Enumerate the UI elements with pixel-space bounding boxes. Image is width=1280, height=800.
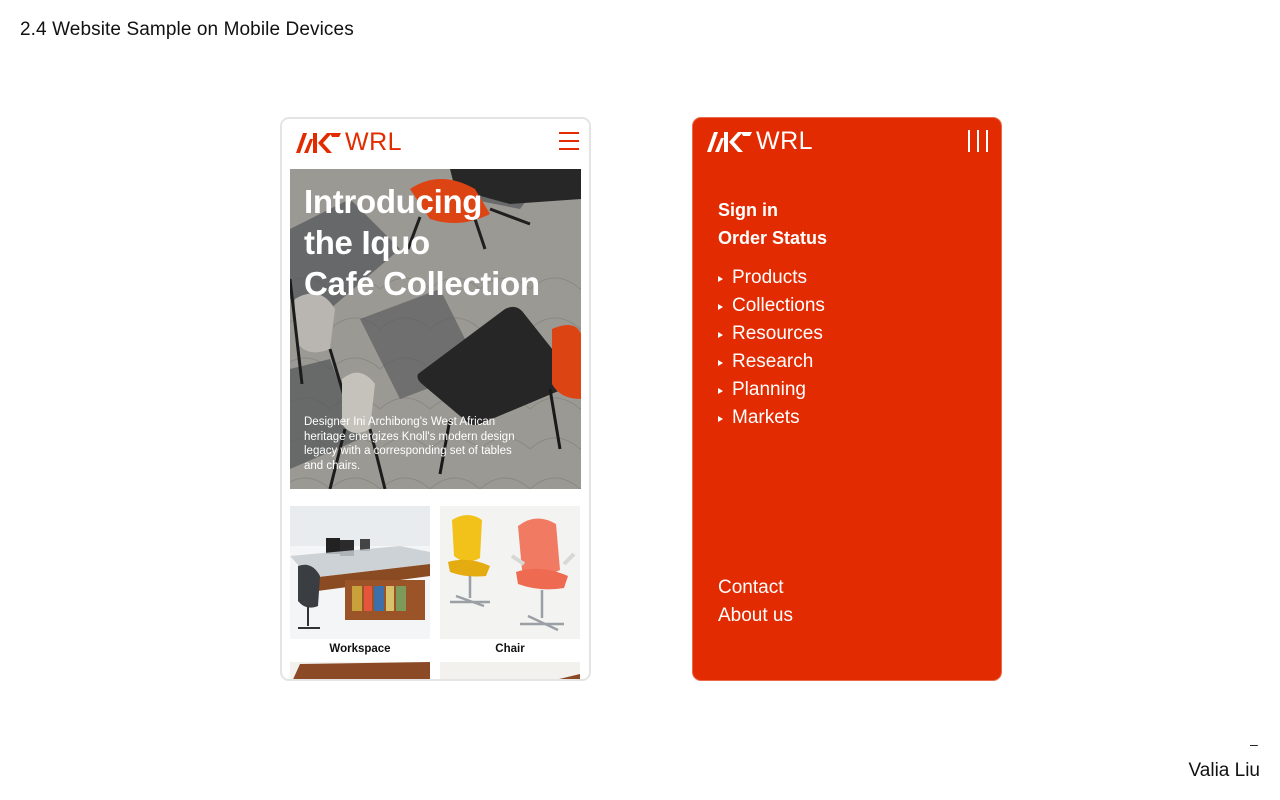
hamburger-icon[interactable] [559,131,579,151]
close-bars-icon[interactable] [967,130,989,152]
hero-banner[interactable]: Introducing the Iquo Café Collection Des… [290,169,581,489]
phone-menu-screen: WRL Sign in Order Status Products Collec… [692,117,1002,681]
nav-item-label: Planning [732,379,806,400]
category-label: Chair [495,643,525,655]
site-header: WRL [282,119,589,169]
workspace-desk-photo [290,506,430,639]
nav-item-markets[interactable]: Markets [718,404,825,432]
hero-headline-line: the Iquo [304,224,430,261]
triangle-right-icon [718,387,723,394]
logo-wordmark: WRL [756,127,814,155]
nav-item-products[interactable]: Products [718,264,825,292]
logo-mark-icon [296,132,341,153]
category-tile-partial[interactable] [440,662,580,679]
sign-in-link[interactable]: Sign in [718,196,827,224]
nav-item-label: Research [732,351,814,372]
site-logo[interactable]: WRL [294,130,402,155]
wood-furniture-photo [440,662,580,679]
main-nav: Products Collections Resources Research … [718,264,825,432]
hero-headline-line: Café Collection [304,265,540,302]
triangle-right-icon [718,331,723,338]
category-label: Workspace [329,643,391,655]
nav-item-label: Collections [732,295,825,316]
site-logo[interactable]: WRL [705,129,813,154]
triangle-right-icon [718,303,723,310]
triangle-right-icon [718,359,723,366]
category-tile-chair[interactable] [440,506,580,639]
nav-item-planning[interactable]: Planning [718,376,825,404]
category-tile-partial[interactable] [290,662,430,679]
account-links: Sign in Order Status [718,196,827,252]
nav-item-label: Products [732,267,807,288]
nav-item-resources[interactable]: Resources [718,320,825,348]
author-dash: – [1250,736,1258,752]
logo-mark-icon [707,131,752,152]
nav-item-collections[interactable]: Collections [718,292,825,320]
contact-link[interactable]: Contact [718,574,793,602]
author-name: Valia Liu [1188,760,1260,781]
wood-table-photo [290,662,430,679]
nav-item-label: Resources [732,323,823,344]
hero-description: Designer Ini Archibong's West African he… [304,416,515,472]
footer-links: Contact About us [718,574,793,630]
phone-home-screen: WRL Introducing the Iquo Café Collection… [280,117,591,681]
chair-photo [440,506,580,639]
about-us-link[interactable]: About us [718,602,793,630]
triangle-right-icon [718,415,723,422]
slide-title: 2.4 Website Sample on Mobile Devices [20,19,354,40]
category-tile-workspace[interactable] [290,506,430,639]
hero-headline-line: Introducing [304,183,483,220]
triangle-right-icon [718,275,723,282]
order-status-link[interactable]: Order Status [718,224,827,252]
nav-item-label: Markets [732,407,800,428]
logo-wordmark: WRL [345,128,403,156]
nav-item-research[interactable]: Research [718,348,825,376]
hero-headline: Introducing the Iquo Café Collection [304,181,574,304]
